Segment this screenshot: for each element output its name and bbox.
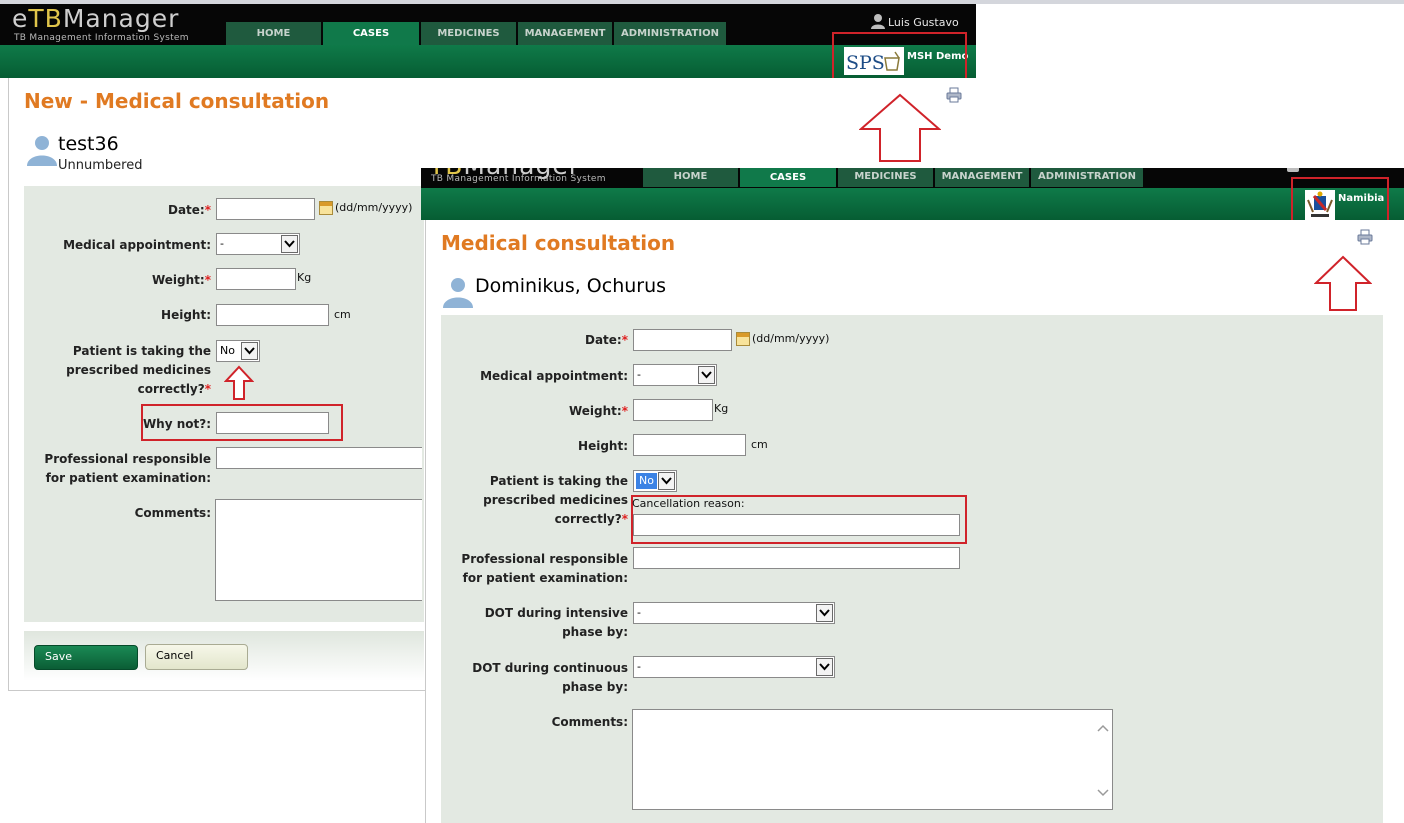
date-input[interactable] xyxy=(216,198,315,220)
calendar-icon[interactable] xyxy=(736,332,750,346)
user-name[interactable]: Luis Gustavo xyxy=(888,16,959,29)
why-not-input[interactable] xyxy=(216,412,329,434)
avatar xyxy=(25,134,57,169)
weight-unit: Kg xyxy=(297,271,312,284)
taking-medicines-label: Patient is taking the prescribed medicin… xyxy=(483,474,628,526)
page-title: Medical consultation xyxy=(441,231,676,255)
tab-management[interactable]: MANAGEMENT xyxy=(935,168,1029,187)
date-format-hint: (dd/mm/yyyy) xyxy=(752,332,830,345)
comments-textarea[interactable] xyxy=(215,499,422,601)
print-icon[interactable] xyxy=(946,87,962,106)
scroll-up-icon[interactable] xyxy=(1097,724,1109,732)
tab-administration[interactable]: ADMINISTRATION xyxy=(614,22,726,45)
chevron-down-icon xyxy=(658,472,675,490)
professional-input[interactable] xyxy=(216,447,422,469)
appointment-label: Medical appointment: xyxy=(63,238,211,252)
comments-textarea[interactable] xyxy=(632,709,1113,810)
logo-subtitle: TB Management Information System xyxy=(14,33,189,43)
tab-administration[interactable]: ADMINISTRATION xyxy=(1031,168,1143,187)
height-unit: cm xyxy=(334,308,351,321)
etb-logo: eTBManager xyxy=(12,4,180,33)
scroll-down-icon[interactable] xyxy=(1097,789,1109,797)
app-header: eTBManager TB Management Information Sys… xyxy=(0,4,976,45)
logo-subtitle: TB Management Information System xyxy=(431,174,606,184)
weight-unit: Kg xyxy=(714,402,729,415)
appointment-select[interactable]: - xyxy=(633,364,717,386)
cancellation-reason-input[interactable] xyxy=(633,514,960,536)
height-input[interactable] xyxy=(216,304,329,326)
chevron-down-icon xyxy=(816,604,833,622)
taking-medicines-label: Patient is taking the prescribed medicin… xyxy=(66,344,211,396)
chevron-down-icon xyxy=(816,658,833,676)
weight-label: Weight:* xyxy=(151,273,211,287)
taking-medicines-select[interactable]: No xyxy=(216,340,260,362)
arrow-up-icon xyxy=(859,93,941,162)
tab-cases[interactable]: CASES xyxy=(323,22,419,45)
print-icon[interactable] xyxy=(1357,229,1373,248)
date-input[interactable] xyxy=(633,329,732,351)
dot-continuous-select[interactable]: - xyxy=(633,656,835,678)
save-button[interactable]: Save xyxy=(34,645,138,670)
height-label: Height: xyxy=(578,439,628,453)
professional-input[interactable] xyxy=(633,547,960,569)
arrow-up-icon xyxy=(224,365,254,400)
tab-home[interactable]: HOME xyxy=(643,168,738,187)
professional-label: Professional responsible for patient exa… xyxy=(461,552,628,585)
tab-medicines[interactable]: MEDICINES xyxy=(421,22,516,45)
why-not-label: Why not?: xyxy=(142,417,211,431)
appointment-label: Medical appointment: xyxy=(480,369,628,383)
height-unit: cm xyxy=(751,438,768,451)
header-green-bar: SPS MSH Demo xyxy=(0,45,976,78)
chevron-down-icon xyxy=(241,342,258,360)
tab-management[interactable]: MANAGEMENT xyxy=(518,22,612,45)
user-icon xyxy=(870,13,886,32)
taking-medicines-select[interactable]: No xyxy=(633,470,677,492)
date-label: Date:* xyxy=(167,203,211,217)
comments-label: Comments: xyxy=(134,506,211,520)
chevron-down-icon xyxy=(698,366,715,384)
dot-intensive-select[interactable]: - xyxy=(633,602,835,624)
appointment-select[interactable]: - xyxy=(216,233,300,255)
tab-medicines[interactable]: MEDICINES xyxy=(838,168,933,187)
weight-label: Weight:* xyxy=(568,404,628,418)
tab-home[interactable]: HOME xyxy=(226,22,321,45)
patient-name: Dominikus, Ochurus xyxy=(475,275,667,297)
user-icon xyxy=(1287,168,1299,172)
chevron-down-icon xyxy=(281,235,298,253)
header-green-bar-namibia: Namibia xyxy=(421,188,1404,222)
date-label: Date:* xyxy=(584,333,628,347)
height-input[interactable] xyxy=(633,434,746,456)
cancel-button[interactable]: Cancel xyxy=(145,644,248,670)
page-title: New - Medical consultation xyxy=(24,89,330,113)
calendar-icon[interactable] xyxy=(319,201,333,215)
panel-medical-consultation: Medical consultation Dominikus, Ochurus … xyxy=(425,220,1404,823)
arrow-up-icon xyxy=(1314,255,1372,311)
dot-continuous-label: DOT during continuous phase by: xyxy=(472,661,628,694)
cancellation-reason-label: Cancellation reason: xyxy=(632,497,745,510)
app-header-namibia: TBManager TB Management Information Syst… xyxy=(421,168,1404,188)
patient-name: test36 xyxy=(58,133,119,155)
avatar xyxy=(441,276,473,311)
patient-number: Unnumbered xyxy=(58,158,143,173)
dot-intensive-label: DOT during intensive phase by: xyxy=(484,606,628,639)
height-label: Height: xyxy=(161,308,211,322)
weight-input[interactable] xyxy=(216,268,296,290)
comments-label: Comments: xyxy=(551,715,628,729)
weight-input[interactable] xyxy=(633,399,713,421)
tab-cases[interactable]: CASES xyxy=(740,168,836,187)
professional-label: Professional responsible for patient exa… xyxy=(44,452,211,485)
date-format-hint: (dd/mm/yyyy) xyxy=(335,201,413,214)
